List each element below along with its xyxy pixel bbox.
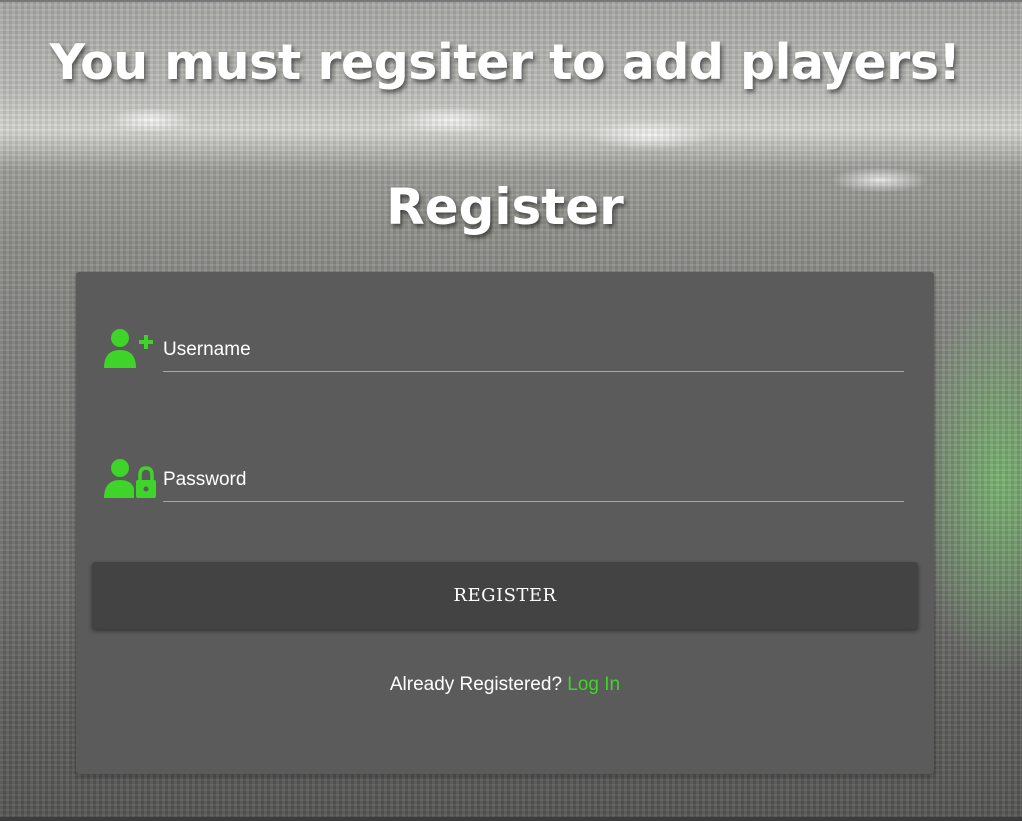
login-prompt-line: Already Registered? Log In <box>76 674 934 696</box>
password-input[interactable] <box>163 458 904 502</box>
user-plus-icon <box>104 328 156 370</box>
top-border <box>0 0 1022 2</box>
page-headline: You must regsiter to add players! <box>49 34 961 91</box>
password-field-group <box>104 458 908 518</box>
already-registered-text: Already Registered? <box>389 674 563 695</box>
register-form: REGISTER Already Registered? Log In <box>76 272 934 774</box>
user-lock-icon <box>104 458 156 500</box>
log-in-link[interactable]: Log In <box>567 674 620 695</box>
username-input[interactable] <box>163 328 904 372</box>
register-button[interactable]: REGISTER <box>92 562 918 629</box>
username-field-group <box>104 328 908 388</box>
form-title: Register <box>386 178 624 236</box>
